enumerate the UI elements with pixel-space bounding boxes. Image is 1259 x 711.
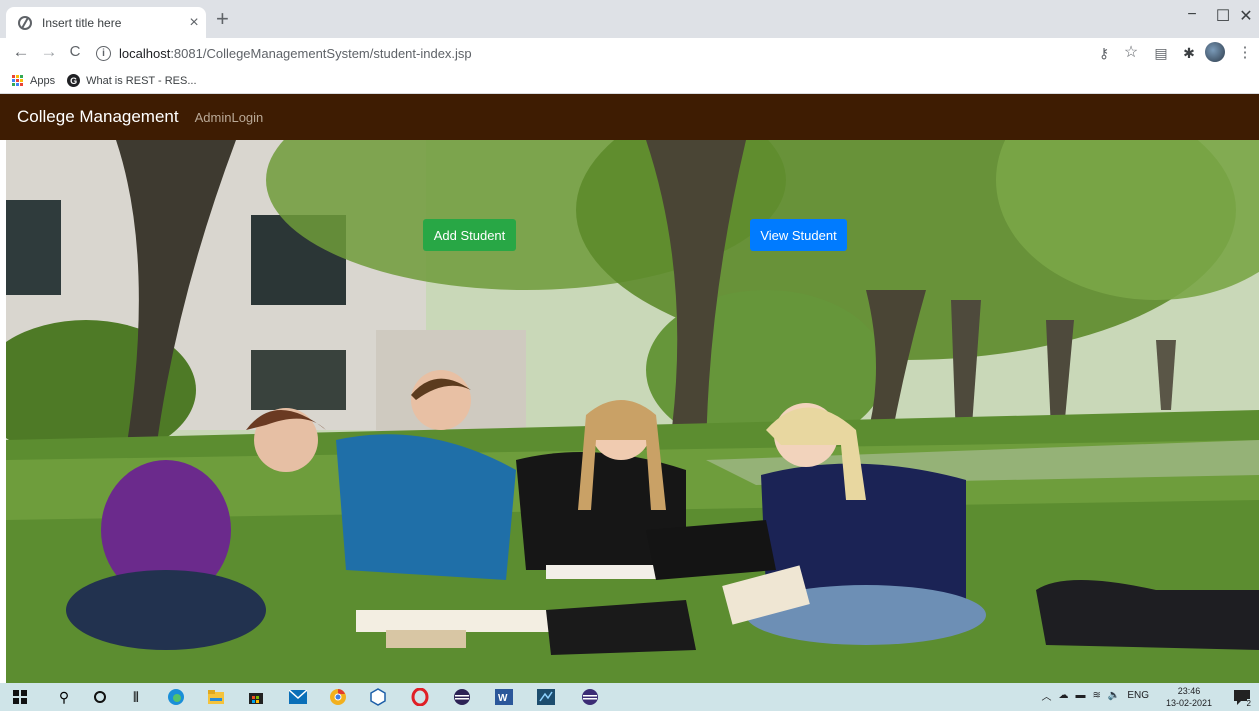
word-icon[interactable]: W: [494, 687, 514, 707]
tab-title: Insert title here: [42, 15, 122, 30]
store-icon[interactable]: [246, 687, 266, 707]
chevron-up-icon[interactable]: ︿: [1041, 688, 1051, 703]
apps-grid-icon: [12, 74, 24, 87]
browser-tab[interactable]: Insert title here ×: [6, 7, 206, 38]
new-tab-button[interactable]: +: [216, 8, 229, 30]
clock-time: 23:46: [1177, 686, 1201, 696]
virtualbox-icon[interactable]: [368, 687, 388, 707]
task-view-icon[interactable]: ⫴: [126, 687, 146, 707]
extensions-icon[interactable]: ✱: [1178, 45, 1200, 62]
search-icon[interactable]: ⚲: [54, 687, 74, 707]
eclipse-icon[interactable]: [452, 687, 472, 707]
app-icon[interactable]: [536, 687, 556, 707]
navbar: College Management AdminLogin: [0, 94, 1259, 140]
cortana-icon[interactable]: [90, 687, 110, 707]
bookmark-apps[interactable]: Apps: [12, 74, 56, 87]
bookmark-what-is-rest[interactable]: G What is REST - RES...: [67, 74, 197, 87]
tab-strip: Insert title here × + − ☐ ✕: [0, 0, 1259, 38]
view-student-button[interactable]: View Student: [750, 219, 847, 251]
onedrive-icon[interactable]: ☁: [1058, 690, 1068, 701]
system-tray: ︿ ☁ ▬ ≋ 🔈 ENG: [1041, 688, 1149, 703]
battery-icon[interactable]: ▬: [1075, 690, 1085, 701]
opera-icon[interactable]: [410, 687, 430, 707]
browser-toolbar: ← → C i localhost:8081/CollegeManagement…: [0, 38, 1259, 68]
bookmark-label: Apps: [30, 74, 56, 87]
notification-count: 2: [1246, 699, 1251, 708]
reload-button[interactable]: C: [64, 43, 86, 60]
chrome-icon[interactable]: [328, 687, 348, 707]
star-icon[interactable]: ☆: [1120, 42, 1142, 62]
campus-photo-illustration: [6, 140, 1259, 683]
close-window-button[interactable]: ✕: [1226, 6, 1259, 26]
tab-close-button[interactable]: ×: [182, 14, 206, 32]
admin-login-link[interactable]: AdminLogin: [195, 110, 264, 125]
url-host: localhost: [119, 45, 171, 61]
info-icon[interactable]: i: [96, 45, 111, 61]
back-button[interactable]: ←: [10, 42, 32, 62]
profile-avatar[interactable]: [1205, 42, 1225, 62]
edge-icon[interactable]: [166, 687, 186, 707]
eclipse-ee-icon[interactable]: [580, 687, 600, 707]
hero-background-image: [6, 140, 1259, 683]
volume-icon[interactable]: 🔈: [1108, 690, 1120, 701]
svg-text:W: W: [498, 693, 508, 704]
bookmarks-bar: Apps G What is REST - RES...: [0, 68, 1259, 94]
wifi-icon[interactable]: ≋: [1092, 690, 1100, 701]
clock[interactable]: 23:46 13-02-2021: [1163, 685, 1215, 709]
reading-list-icon[interactable]: ▤: [1150, 45, 1172, 62]
notification-center-icon[interactable]: 2: [1233, 688, 1251, 708]
clock-date: 13-02-2021: [1165, 698, 1213, 708]
language-indicator[interactable]: ENG: [1127, 690, 1149, 701]
add-student-button[interactable]: Add Student: [423, 219, 516, 251]
menu-icon[interactable]: ⋮: [1234, 43, 1256, 61]
navbar-brand[interactable]: College Management: [17, 107, 179, 127]
key-icon[interactable]: ⚷: [1093, 45, 1115, 62]
windows-start-icon[interactable]: [10, 687, 30, 707]
url-path: :8081/CollegeManagementSystem/student-in…: [170, 45, 472, 61]
forward-button[interactable]: →: [38, 42, 60, 62]
file-explorer-icon[interactable]: [206, 687, 226, 707]
windows-taskbar: ⚲ ⫴ W ︿ ☁ ▬ ≋ 🔈 ENG 23:46 13-02-2021 2: [0, 683, 1259, 711]
g-favicon-icon: G: [67, 74, 81, 87]
url-text: localhost:8081/CollegeManagementSystem/s…: [119, 46, 472, 61]
bookmark-label: What is REST - RES...: [86, 74, 197, 87]
address-bar[interactable]: i localhost:8081/CollegeManagementSystem…: [96, 41, 1096, 65]
mail-icon[interactable]: [288, 687, 308, 707]
globe-icon: [18, 15, 32, 30]
